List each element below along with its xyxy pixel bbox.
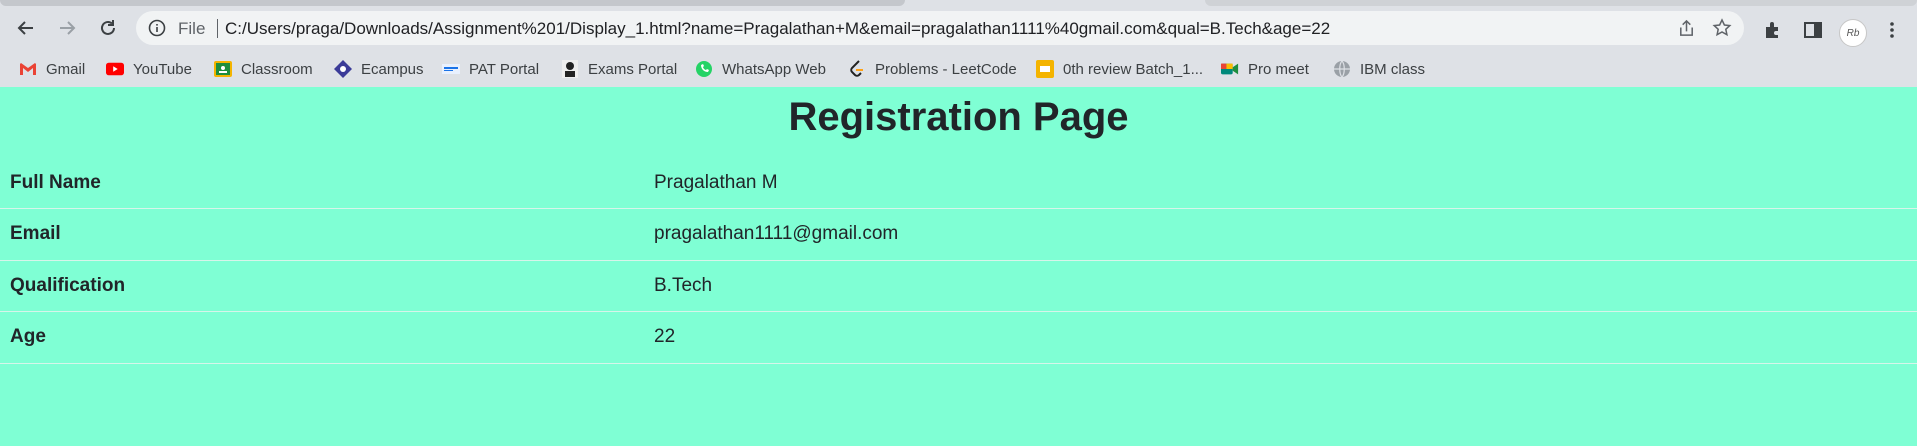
bookmark-star-icon[interactable] (1712, 18, 1732, 38)
back-button[interactable] (8, 6, 44, 50)
table-row: Age 22 (0, 312, 1917, 363)
bookmark-label: Problems - LeetCode (875, 60, 1017, 78)
email-value: pragalathan1111@gmail.com (654, 223, 899, 245)
classroom-icon (214, 60, 232, 78)
share-icon[interactable] (1677, 19, 1696, 38)
reload-button[interactable] (90, 6, 126, 50)
bookmark-label: Classroom (241, 60, 313, 78)
whatsapp-icon (695, 60, 713, 78)
table-row: Qualification B.Tech (0, 260, 1917, 312)
leetcode-icon (848, 60, 866, 78)
page-title: Registration Page (788, 95, 1129, 139)
registration-page: Registration Page Full Name Pragalathan … (0, 87, 1917, 446)
globe-icon (1333, 60, 1351, 78)
bookmark-label: 0th review Batch_1... (1063, 60, 1204, 78)
bookmark-label: Pro meet (1248, 60, 1309, 78)
meet-icon (1221, 60, 1239, 78)
address-url[interactable]: C:/Users/praga/Downloads/Assignment%201/… (225, 19, 1330, 39)
browser-toolbar: File C:/Users/praga/Downloads/Assignment… (0, 6, 1917, 50)
full-name-label: Full Name (10, 171, 101, 193)
bookmark-label: PAT Portal (469, 60, 540, 78)
bookmark-leetcode[interactable]: Problems - LeetCode (848, 59, 1017, 79)
bookmark-label: Gmail (46, 60, 86, 78)
exams-portal-icon (561, 60, 579, 78)
table-row: Full Name Pragalathan M (0, 157, 1917, 209)
bookmark-review-slides[interactable]: 0th review Batch_1... (1036, 59, 1203, 79)
slides-icon (1036, 60, 1054, 78)
table-row: Email pragalathan1111@gmail.com (0, 209, 1917, 260)
forward-button[interactable] (49, 6, 85, 50)
bookmark-youtube[interactable]: YouTube (106, 59, 192, 79)
bookmark-pro-meet[interactable]: Pro meet (1221, 59, 1309, 79)
email-label: Email (10, 223, 61, 245)
age-value: 22 (654, 326, 676, 348)
gmail-icon (19, 60, 37, 78)
bookmark-label: YouTube (133, 60, 192, 78)
profile-avatar[interactable]: Rb (1839, 19, 1867, 47)
bookmark-exams-portal[interactable]: Exams Portal (561, 59, 677, 79)
forward-arrow-icon (60, 21, 76, 35)
more-menu-icon[interactable] (1882, 20, 1902, 40)
qualification-label: Qualification (10, 274, 126, 296)
address-bar[interactable]: File C:/Users/praga/Downloads/Assignment… (136, 11, 1744, 45)
extensions-icon[interactable] (1763, 20, 1783, 40)
address-separator (217, 19, 218, 38)
reload-icon (101, 20, 115, 35)
bookmark-whatsapp[interactable]: WhatsApp Web (695, 59, 826, 79)
registration-details-table: Full Name Pragalathan M Email pragalatha… (0, 157, 1917, 364)
bookmark-label: WhatsApp Web (722, 60, 826, 78)
bookmark-ibm-class[interactable]: IBM class (1333, 59, 1425, 79)
bookmark-label: Exams Portal (588, 60, 678, 78)
address-scheme-label: File (178, 19, 206, 38)
bookmark-pat-portal[interactable]: PAT Portal (442, 59, 539, 79)
qualification-value: B.Tech (654, 274, 713, 296)
bookmark-label: IBM class (1360, 60, 1426, 78)
back-arrow-icon (17, 21, 33, 35)
bookmark-label: Ecampus (361, 60, 424, 78)
bookmark-ecampus[interactable]: Ecampus (334, 59, 424, 79)
bookmark-classroom[interactable]: Classroom (214, 59, 313, 79)
youtube-icon (106, 60, 124, 78)
ecampus-icon (334, 60, 352, 78)
bookmark-gmail[interactable]: Gmail (19, 59, 85, 79)
site-info-icon[interactable] (148, 19, 166, 37)
age-label: Age (10, 326, 46, 348)
bookmarks-bar: Gmail YouTube Classroom Ecampus PAT Port… (0, 50, 1917, 87)
full-name-value: Pragalathan M (654, 171, 778, 193)
side-panel-icon[interactable] (1803, 20, 1823, 40)
pat-portal-icon (442, 60, 460, 78)
